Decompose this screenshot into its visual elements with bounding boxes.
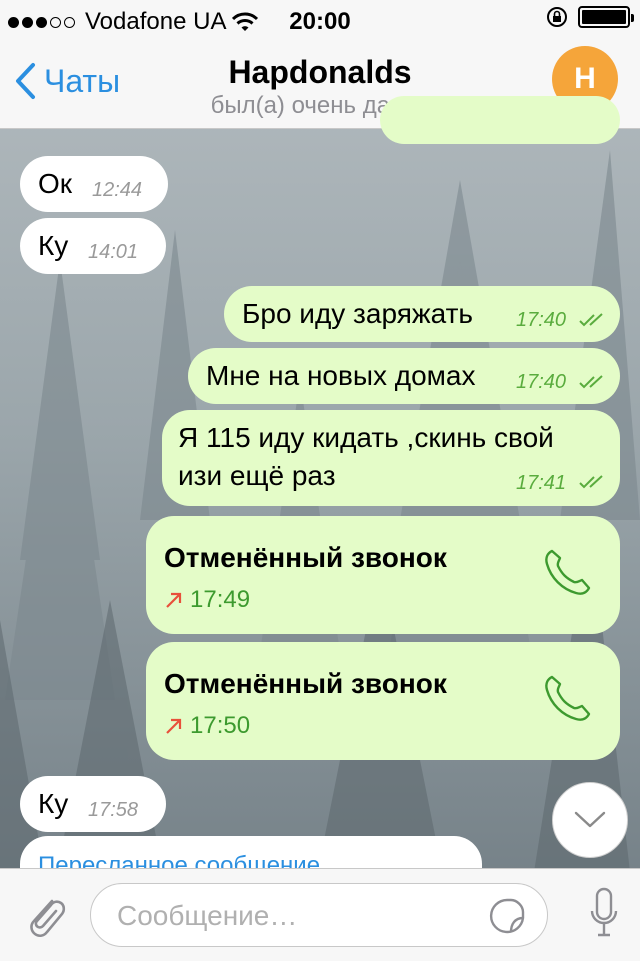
message-bubble-incoming[interactable]: Ку 14:01 (20, 218, 166, 274)
status-bar: Vodafone UA 20:00 (0, 0, 640, 40)
cancelled-call-bubble[interactable]: Отменённый звонок 17:50 (146, 642, 620, 760)
status-time: 20:00 (289, 8, 351, 35)
message-bubble-incoming[interactable]: Ку 17:58 (20, 776, 166, 832)
orientation-lock-icon (547, 7, 567, 27)
sticker-icon[interactable] (487, 896, 527, 936)
scroll-to-bottom-button[interactable] (552, 782, 628, 858)
message-bubble-partial (380, 96, 620, 144)
call-time-text: 17:50 (190, 712, 251, 739)
message-input-bar (0, 868, 640, 961)
call-status-title: Отменённый звонок (164, 542, 447, 573)
microphone-icon[interactable] (590, 887, 618, 941)
message-time: 17:40 (516, 371, 567, 393)
battery-icon (578, 6, 634, 28)
message-text-line: изи ещё раз (178, 460, 336, 491)
message-bubble-outgoing[interactable]: Бро иду заряжать 17:40 (224, 286, 620, 342)
call-time-text: 17:49 (190, 586, 251, 613)
message-time: 17:40 (516, 309, 567, 331)
message-bubble-outgoing[interactable]: Мне на новых домах 17:40 (188, 348, 620, 404)
chevron-down-icon (574, 811, 606, 828)
message-bubble-incoming[interactable]: Ок 12:44 (20, 156, 168, 212)
cancelled-call-bubble[interactable]: Отменённый звонок 17:49 (146, 516, 620, 634)
message-input-field[interactable] (90, 883, 548, 947)
double-check-icon (579, 475, 603, 489)
message-time: 17:58 (88, 799, 139, 821)
status-right (546, 6, 634, 28)
phone-icon[interactable] (542, 672, 594, 724)
message-time: 17:41 (516, 472, 567, 494)
message-time: 12:44 (92, 179, 143, 201)
message-bubble-outgoing[interactable]: Я 115 иду кидать ,скинь свой изи ещё раз… (162, 410, 620, 506)
outgoing-call-arrow-icon (166, 718, 182, 734)
message-text: Ок (38, 168, 73, 199)
message-time: 14:01 (88, 241, 139, 263)
call-time: 17:49 (164, 586, 250, 614)
message-text-line: Я 115 иду кидать ,скинь свой (178, 422, 554, 453)
double-check-icon (579, 313, 603, 327)
message-text: Мне на новых домах (206, 360, 476, 391)
call-status-title: Отменённый звонок (164, 668, 447, 699)
double-check-icon (579, 375, 603, 389)
message-text: Ку (38, 230, 69, 261)
message-text: Ку (38, 788, 69, 819)
call-time: 17:50 (164, 712, 250, 740)
paperclip-icon[interactable] (22, 891, 70, 941)
message-text: Бро иду заряжать (242, 298, 473, 329)
chat-title[interactable]: Hapdonalds (0, 54, 640, 91)
message-input[interactable] (115, 896, 469, 936)
outgoing-call-arrow-icon (166, 592, 182, 608)
phone-icon[interactable] (542, 546, 594, 598)
